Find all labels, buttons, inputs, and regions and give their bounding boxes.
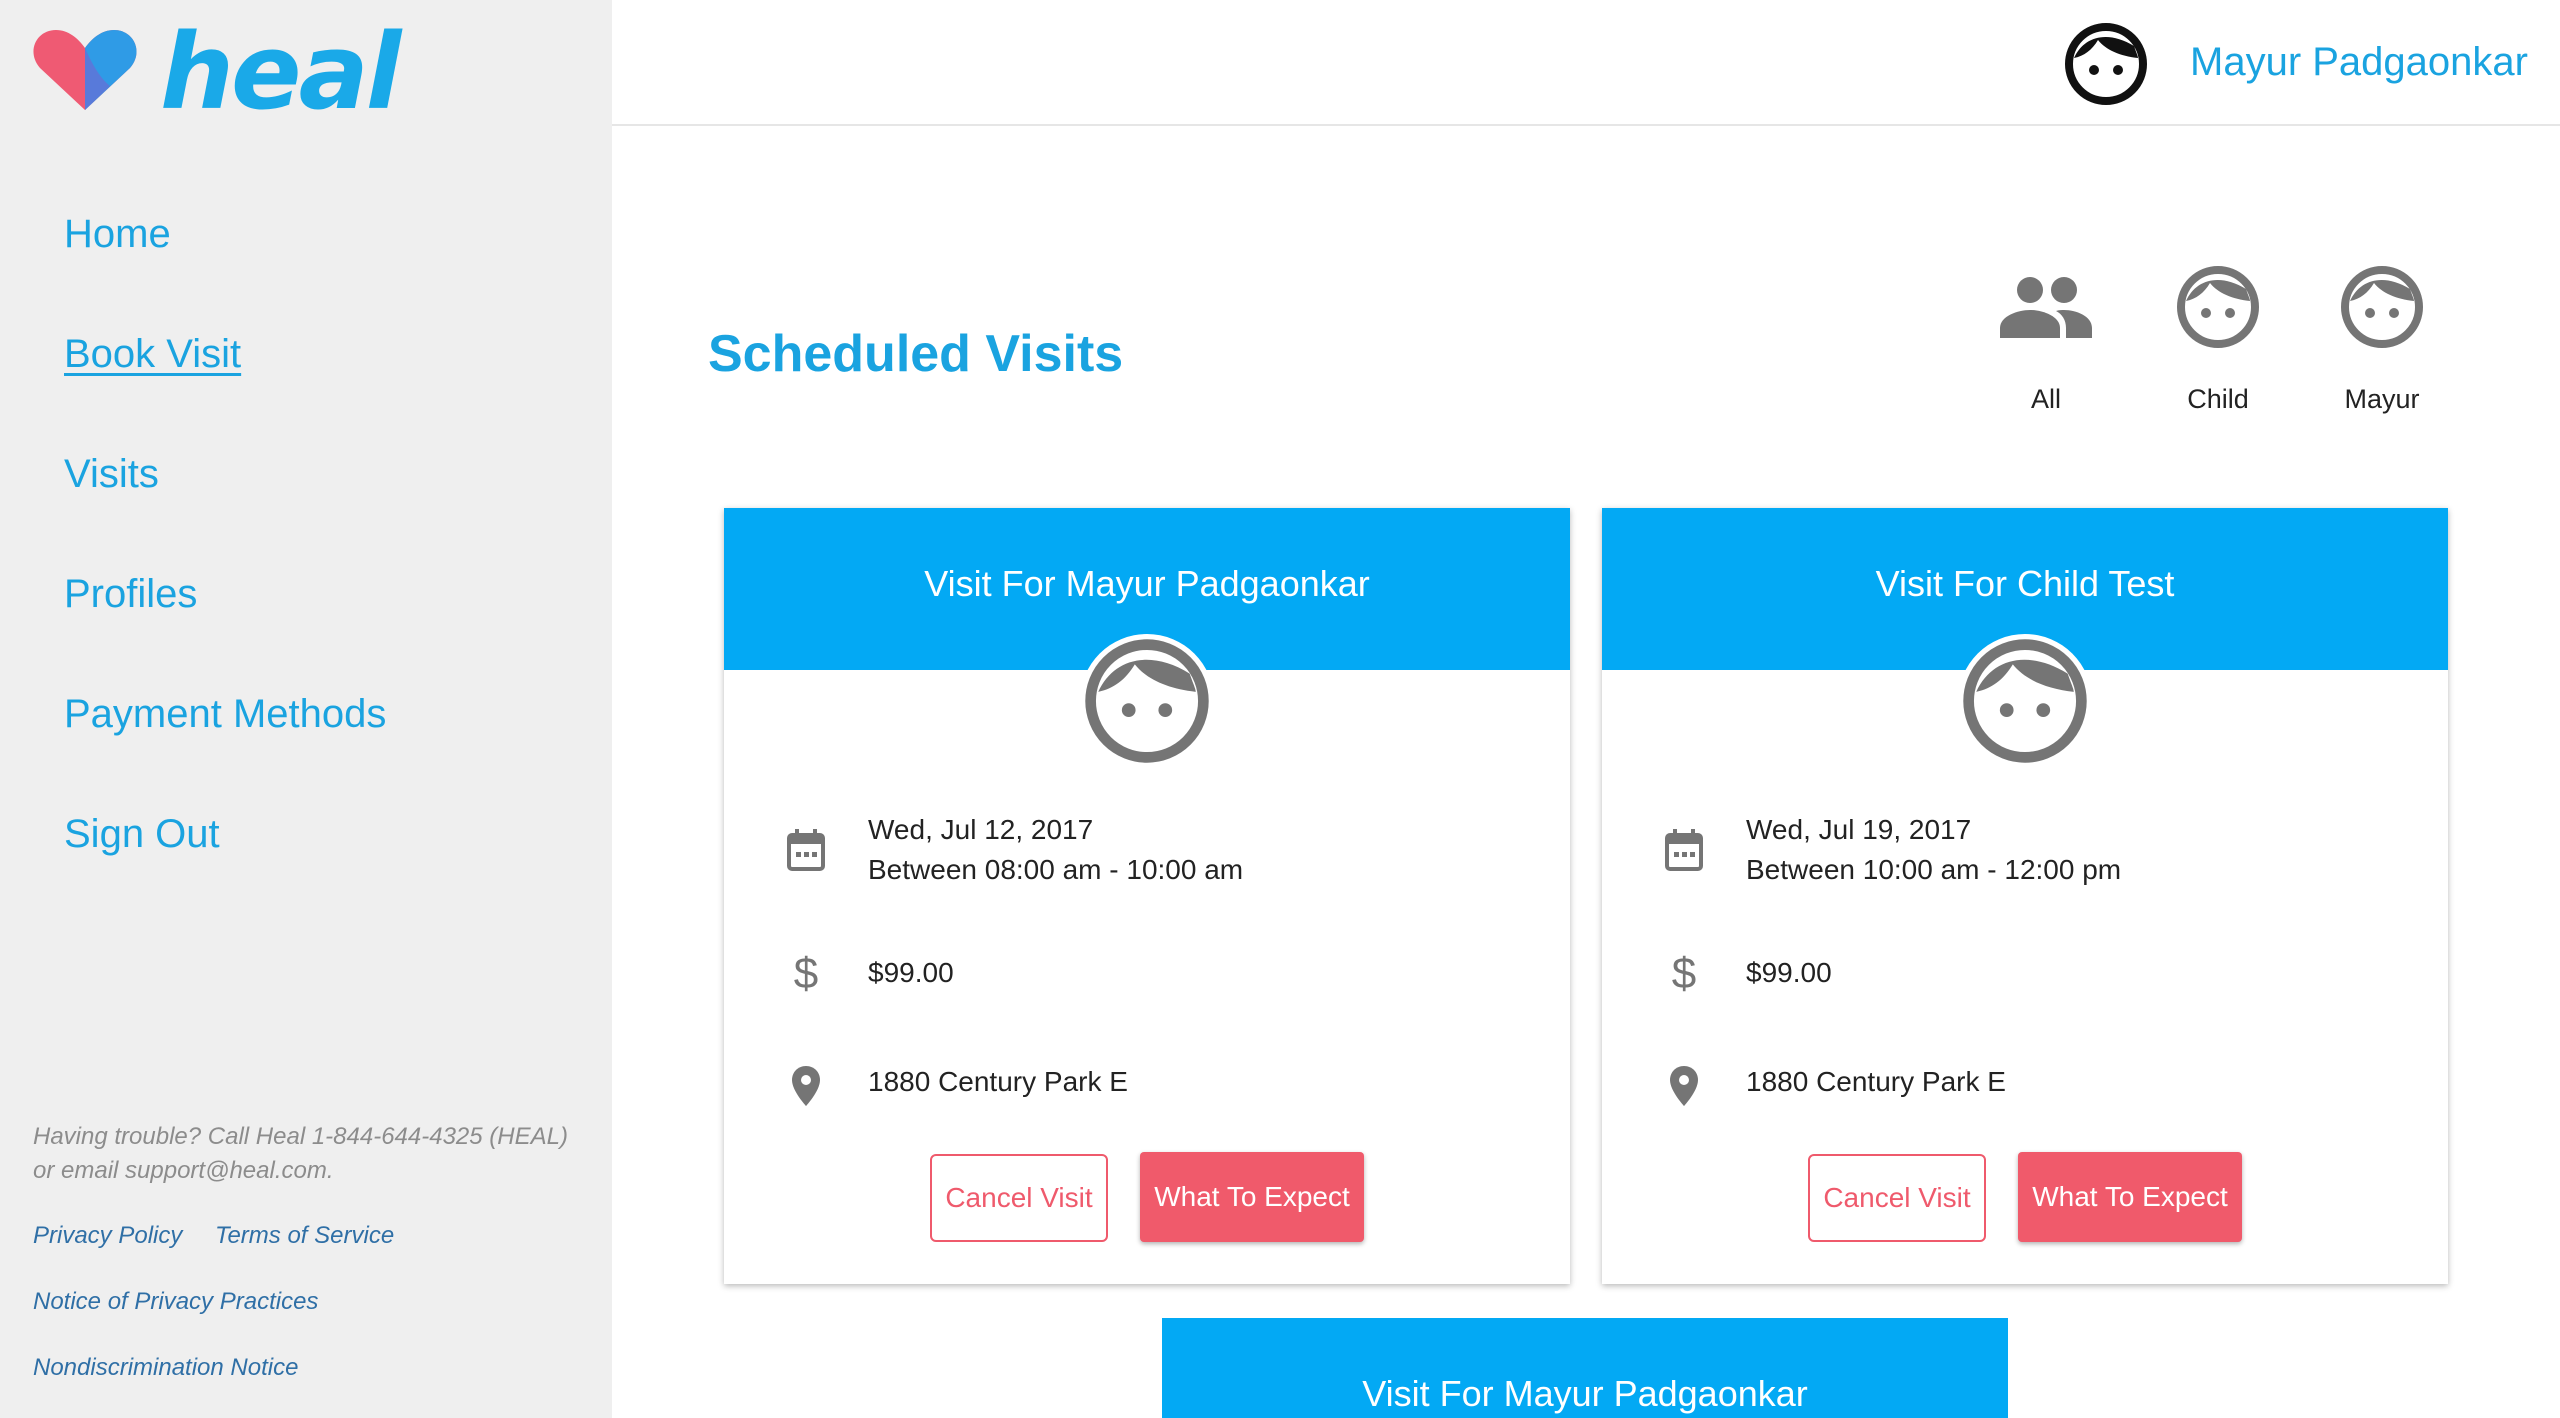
privacy-policy-link[interactable]: Privacy Policy xyxy=(33,1224,182,1248)
location-pin-icon xyxy=(792,1066,820,1106)
visit-date: Wed, Jul 19, 2017 xyxy=(1746,814,1972,845)
heal-logo[interactable]: heal xyxy=(30,20,401,124)
calendar-icon xyxy=(787,829,825,871)
user-name[interactable]: Mayur Padgaonkar xyxy=(2190,42,2528,82)
logo-text: heal xyxy=(160,11,401,133)
filter-child[interactable]: Child xyxy=(2148,262,2288,413)
location-pin-icon xyxy=(1670,1066,1698,1106)
help-text: Having trouble? Call Heal 1-844-644-4325… xyxy=(33,1120,593,1188)
visit-price: $99.00 xyxy=(1746,957,1832,988)
privacy-practices-link[interactable]: Notice of Privacy Practices xyxy=(33,1290,318,1314)
visit-price: $99.00 xyxy=(868,957,954,988)
filter-all[interactable]: All xyxy=(1976,262,2116,413)
visit-card: Visit For Mayur Padgaonkar Wed, Jul 12, … xyxy=(724,508,1570,1284)
face-icon xyxy=(1963,639,2087,763)
help-line-email: or email support@heal.com. xyxy=(33,1157,334,1184)
visit-time: Between 08:00 am - 10:00 am xyxy=(868,854,1244,885)
face-icon xyxy=(2065,23,2147,105)
sidebar-item-payment-methods[interactable]: Payment Methods xyxy=(64,694,386,734)
page-title: Scheduled Visits xyxy=(708,325,1124,383)
filter-mayur-label: Mayur xyxy=(2344,384,2420,414)
cancel-visit-button[interactable]: Cancel Visit xyxy=(1808,1154,1986,1242)
group-icon xyxy=(2000,277,2092,338)
calendar-icon xyxy=(1665,829,1703,871)
visit-avatar xyxy=(1958,634,2092,768)
dollar-icon: $ xyxy=(793,949,819,998)
filter-all-label: All xyxy=(2030,384,2061,414)
help-line-phone: Having trouble? Call Heal 1-844-644-4325… xyxy=(33,1123,568,1150)
user-avatar[interactable] xyxy=(2064,22,2148,111)
face-icon xyxy=(1085,639,1209,763)
face-icon xyxy=(2341,266,2423,348)
visit-date: Wed, Jul 12, 2017 xyxy=(868,814,1094,845)
cancel-visit-button[interactable]: Cancel Visit xyxy=(930,1154,1108,1242)
terms-of-service-link[interactable]: Terms of Service xyxy=(215,1224,394,1248)
dollar-icon: $ xyxy=(1671,949,1697,998)
sidebar-item-profiles[interactable]: Profiles xyxy=(64,574,197,614)
visit-card-title: Visit For Child Test xyxy=(1875,563,2175,604)
sidebar: heal Home Book Visit Visits Profiles Pay… xyxy=(0,0,612,1418)
visit-address: 1880 Century Park E xyxy=(868,1066,1128,1097)
visit-address: 1880 Century Park E xyxy=(1746,1066,2006,1097)
sidebar-item-visits[interactable]: Visits xyxy=(64,454,159,494)
filter-mayur[interactable]: Mayur xyxy=(2312,262,2452,413)
filter-child-label: Child xyxy=(2187,384,2249,414)
what-to-expect-button[interactable]: What To Expect xyxy=(1140,1152,1364,1242)
visit-card-title: Visit For Mayur Padgaonkar xyxy=(1362,1373,1808,1414)
sidebar-item-home[interactable]: Home xyxy=(64,214,171,254)
visit-card: Visit For Mayur Padgaonkar xyxy=(1162,1318,2008,1418)
visit-time: Between 10:00 am - 12:00 pm xyxy=(1746,854,2122,885)
visit-card: Visit For Child Test Wed, Jul 19, 2017 B… xyxy=(1602,508,2448,1284)
visit-card-title: Visit For Mayur Padgaonkar xyxy=(924,563,1370,604)
sidebar-item-sign-out[interactable]: Sign Out xyxy=(64,814,220,854)
face-icon xyxy=(2177,266,2259,348)
heart-logo-icon xyxy=(33,30,137,110)
nondiscrimination-link[interactable]: Nondiscrimination Notice xyxy=(33,1356,298,1380)
visit-avatar xyxy=(1080,634,1214,768)
what-to-expect-button[interactable]: What To Expect xyxy=(2018,1152,2242,1242)
sidebar-item-book-visit[interactable]: Book Visit xyxy=(64,334,241,374)
